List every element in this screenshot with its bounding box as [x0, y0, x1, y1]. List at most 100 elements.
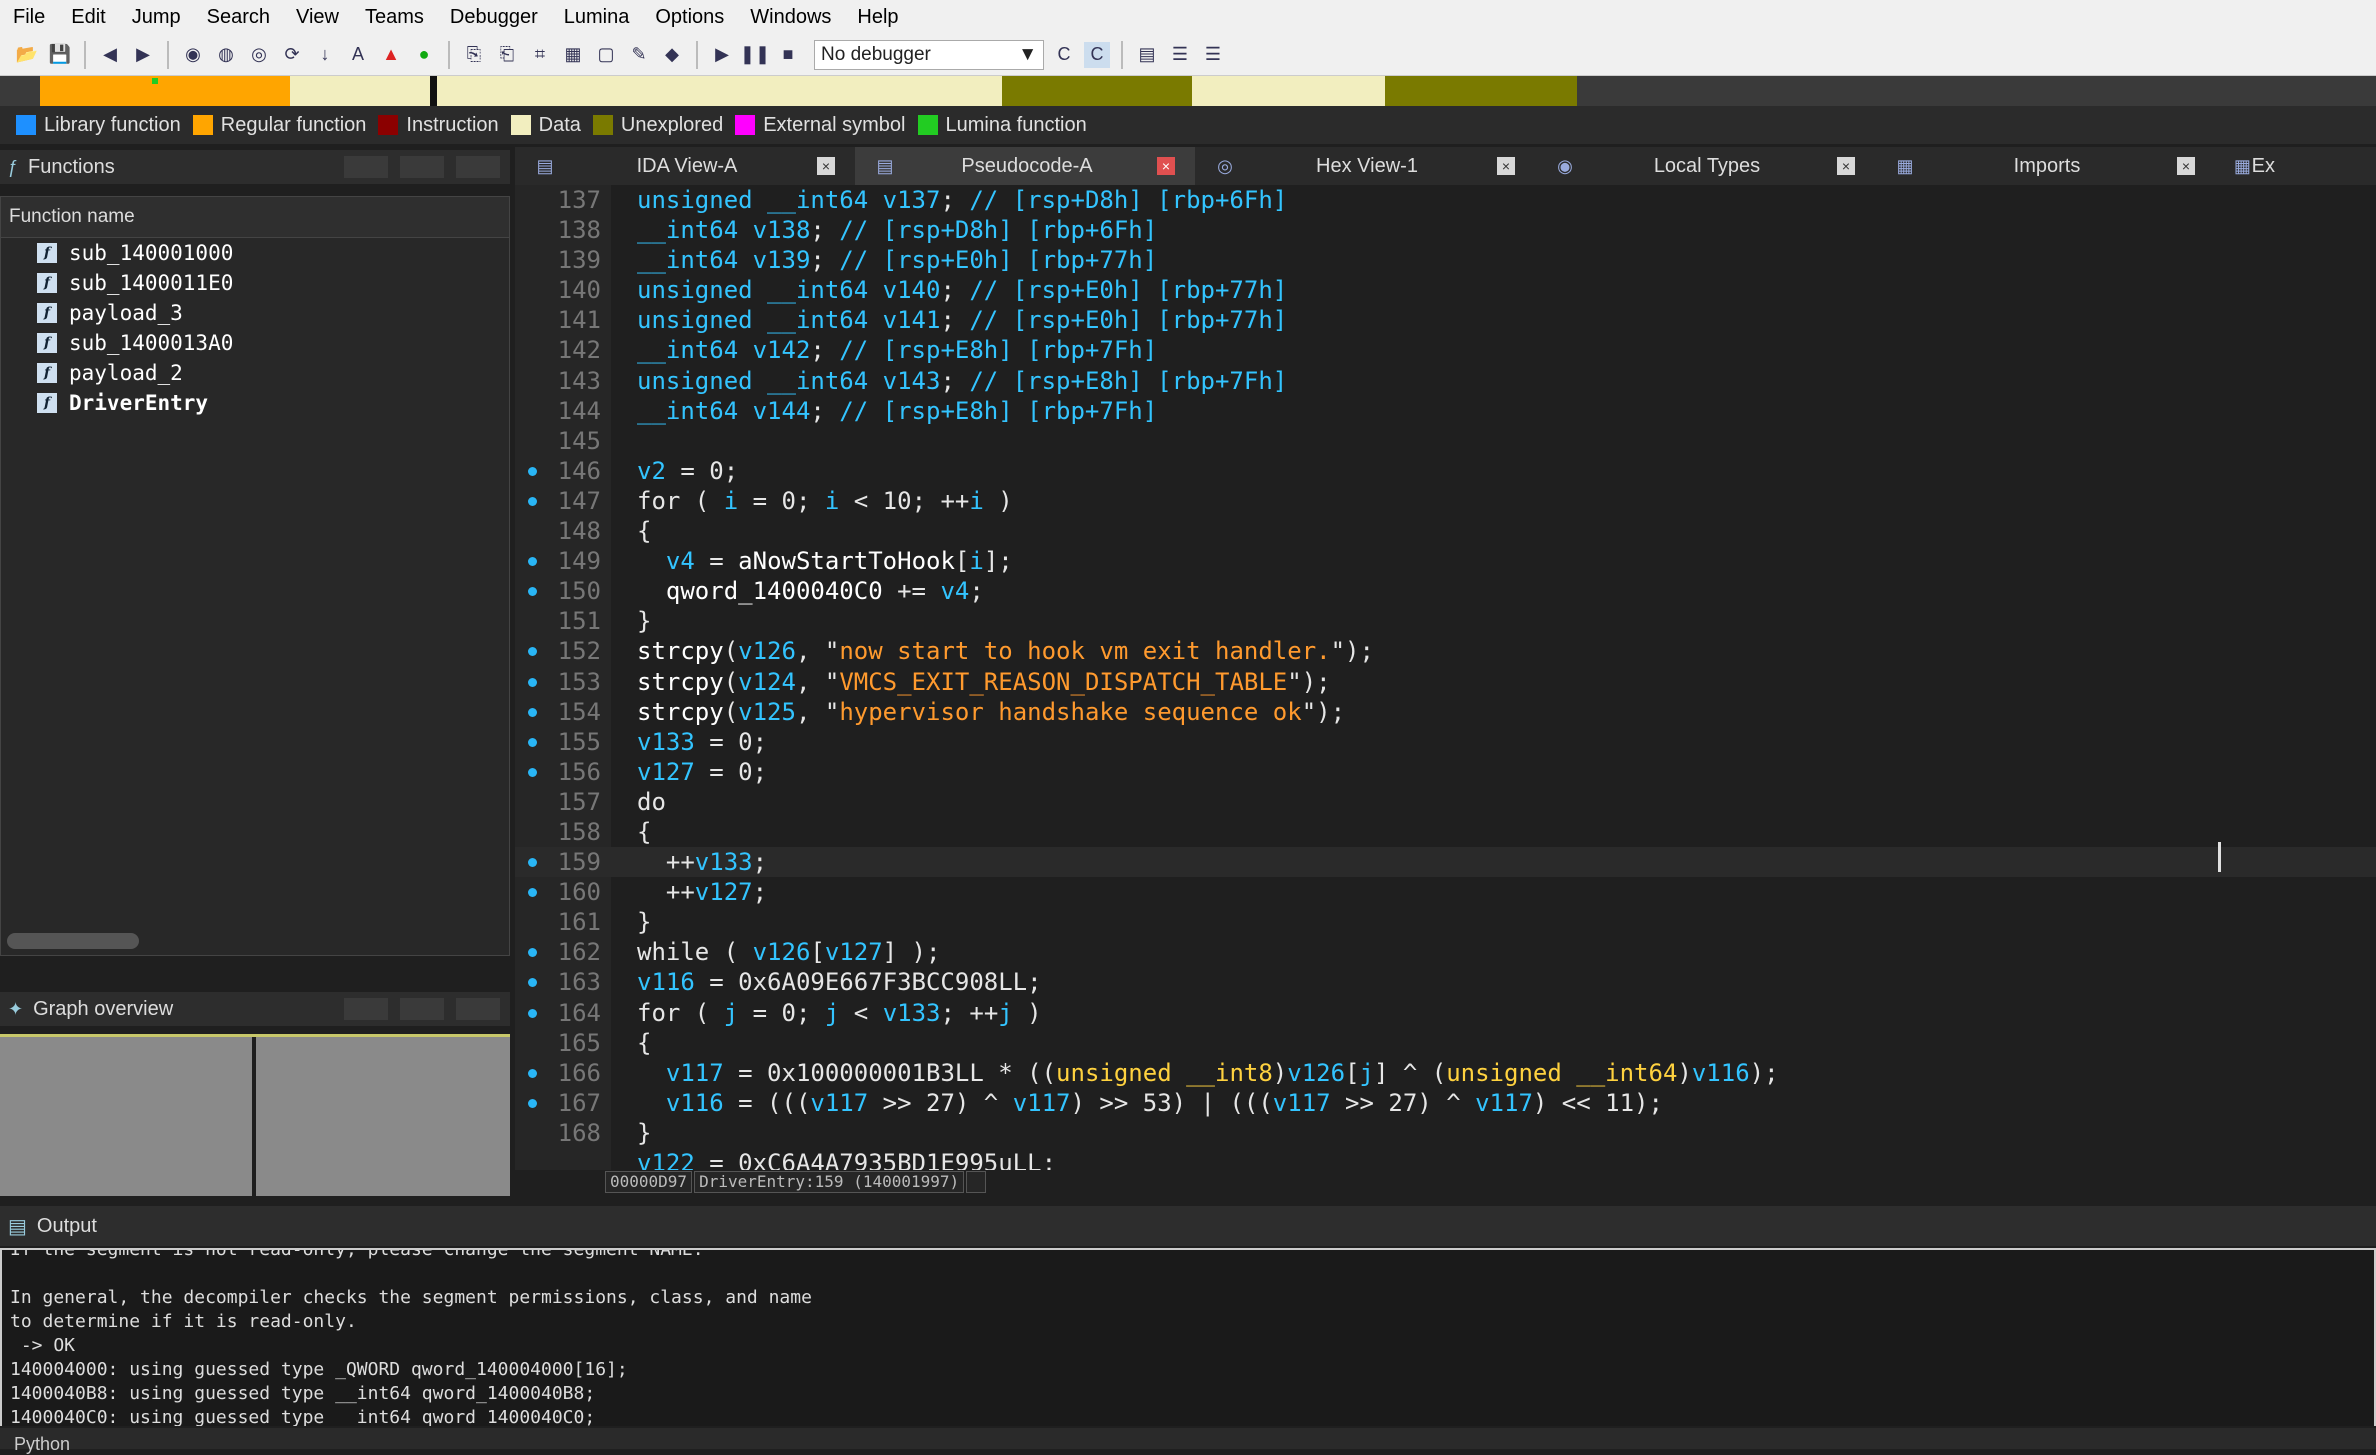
output-window[interactable]: If the segment is not read-only, please …	[0, 1248, 2376, 1426]
code-line[interactable]: 146 v2 = 0;	[515, 456, 2376, 486]
breakpoint-dot-icon[interactable]	[528, 978, 537, 988]
code-line[interactable]: 165 {	[515, 1028, 2376, 1058]
tab-imports[interactable]: ▦ Imports ×	[1875, 147, 2215, 185]
panel-menu-button[interactable]	[400, 156, 444, 178]
code-line[interactable]: 143 unsigned __int64 v143; // [rsp+E8h] […	[515, 366, 2376, 396]
tab-pseudocode-a[interactable]: ▤ Pseudocode-A ×	[855, 147, 1195, 185]
code-line[interactable]: 150 qword_1400040C0 += v4;	[515, 576, 2376, 606]
code-line[interactable]: 148 {	[515, 516, 2376, 546]
run-green-icon[interactable]: ●	[411, 42, 437, 68]
breakpoint-dot-icon[interactable]	[528, 647, 537, 657]
breakpoint-dot-icon[interactable]	[528, 466, 537, 476]
menu-edit[interactable]: Edit	[58, 6, 118, 29]
tab-ex[interactable]: ▦ Ex	[2215, 147, 2275, 185]
code-line[interactable]: 166 v117 = 0x100000001B3LL * ((unsigned …	[515, 1058, 2376, 1088]
python-tab[interactable]: Python	[14, 1434, 70, 1455]
code-line[interactable]: 145	[515, 426, 2376, 456]
panel-close-button[interactable]	[456, 156, 500, 178]
menu-windows[interactable]: Windows	[737, 6, 844, 29]
array-icon[interactable]: ▦	[560, 42, 586, 68]
refresh-icon[interactable]: ⟳	[279, 42, 305, 68]
stop-square-icon[interactable]: ■	[775, 42, 801, 68]
horizontal-scrollbar[interactable]	[7, 933, 139, 949]
code-line[interactable]: 142 __int64 v142; // [rsp+E8h] [rbp+7Fh]	[515, 335, 2376, 365]
function-item[interactable]: f sub_140001000	[1, 238, 509, 268]
code-line[interactable]: 155 v133 = 0;	[515, 727, 2376, 757]
forward-icon[interactable]: ▶	[130, 42, 156, 68]
close-icon[interactable]: ×	[1497, 157, 1515, 175]
struct-icon[interactable]: ⌗	[527, 42, 553, 68]
menu-view[interactable]: View	[283, 6, 352, 29]
code-icon[interactable]: ⎘	[461, 42, 487, 68]
breakpoint-dot-icon[interactable]	[528, 1008, 537, 1018]
code-line[interactable]: 139 __int64 v139; // [rsp+E0h] [rbp+77h]	[515, 245, 2376, 275]
close-icon[interactable]: ×	[2177, 157, 2195, 175]
code-line[interactable]: v122 = 0xC6A4A7935BD1E995uLL;	[515, 1148, 2376, 1170]
tab-local-types[interactable]: ◉ Local Types ×	[1535, 147, 1875, 185]
code-line[interactable]: 152 strcpy(v126, "now start to hook vm ex…	[515, 636, 2376, 666]
code-line[interactable]: 156 v127 = 0;	[515, 757, 2376, 787]
code-line[interactable]: 153 strcpy(v124, "VMCS_EXIT_REASON_DISPAT…	[515, 667, 2376, 697]
function-item[interactable]: f sub_1400011E0	[1, 268, 509, 298]
code-line[interactable]: 162 while ( v126[v127] );	[515, 937, 2376, 967]
outdent-icon[interactable]: ☰	[1200, 42, 1226, 68]
breakpoint-dot-icon[interactable]	[528, 948, 537, 958]
breakpoint-dot-icon[interactable]	[528, 707, 537, 717]
panel-close-button[interactable]	[456, 998, 500, 1020]
undefine-icon[interactable]: ▢	[593, 42, 619, 68]
menu-debugger[interactable]: Debugger	[437, 6, 551, 29]
menu-search[interactable]: Search	[194, 6, 283, 29]
breakpoint-dot-icon[interactable]	[528, 587, 537, 597]
pause-icon[interactable]: ❚❚	[740, 42, 770, 68]
tab-ida-view-a[interactable]: ▤ IDA View-A ×	[515, 147, 855, 185]
indent-icon[interactable]: ☰	[1167, 42, 1193, 68]
breakpoint-dot-icon[interactable]	[528, 677, 537, 687]
list-icon[interactable]: ◎	[246, 42, 272, 68]
code-line[interactable]: 158 {	[515, 817, 2376, 847]
debugger-select[interactable]: No debugger ▼	[814, 39, 1044, 70]
tab-hex-view-1[interactable]: ◎ Hex View-1 ×	[1195, 147, 1535, 185]
code-line[interactable]: 159 ++v133;	[515, 847, 2376, 878]
code-line[interactable]: 144 __int64 v144; // [rsp+E8h] [rbp+7Fh]	[515, 396, 2376, 426]
breakpoint-dot-icon[interactable]	[528, 858, 537, 868]
code-line[interactable]: 141 unsigned __int64 v141; // [rsp+E0h] […	[515, 305, 2376, 335]
open-icon[interactable]: 📂	[14, 42, 40, 68]
save-icon[interactable]: 💾	[47, 42, 73, 68]
code-line[interactable]: 154 strcpy(v125, "hypervisor handshake se…	[515, 697, 2376, 727]
breakpoint-dot-icon[interactable]	[528, 496, 537, 506]
menu-file[interactable]: File	[0, 6, 58, 29]
code-line[interactable]: 168}	[515, 1118, 2376, 1148]
breakpoint-dot-icon[interactable]	[528, 737, 537, 747]
function-item[interactable]: f payload_2	[1, 358, 509, 388]
breakpoint-dot-icon[interactable]	[528, 1068, 537, 1078]
graph-overview[interactable]	[0, 1034, 510, 1199]
code-line[interactable]: 151}	[515, 606, 2376, 636]
panel-menu-button[interactable]	[400, 998, 444, 1020]
breakpoint-dot-icon[interactable]	[528, 888, 537, 898]
close-icon[interactable]: ×	[817, 157, 835, 175]
code-line[interactable]: 163 v116 = 0x6A09E667F3BCC908LL;	[515, 967, 2376, 997]
marker-icon[interactable]: ◆	[659, 42, 685, 68]
c-icon[interactable]: C	[1051, 42, 1077, 68]
panel-float-button[interactable]	[344, 998, 388, 1020]
menu-teams[interactable]: Teams	[352, 6, 437, 29]
function-item[interactable]: f payload_3	[1, 298, 509, 328]
breakpoint-dot-icon[interactable]	[528, 767, 537, 777]
function-item[interactable]: f DriverEntry	[1, 388, 509, 418]
graph-icon[interactable]: ◉	[180, 42, 206, 68]
navigation-band[interactable]	[0, 76, 2376, 106]
menu-options[interactable]: Options	[642, 6, 737, 29]
code-line[interactable]: 160 ++v127;	[515, 877, 2376, 907]
pseudocode-view[interactable]: 137 unsigned __int64 v137; // [rsp+D8h] […	[515, 185, 2376, 1170]
text-icon[interactable]: A	[345, 42, 371, 68]
proximity-icon[interactable]: ◍	[213, 42, 239, 68]
back-icon[interactable]: ◀	[97, 42, 123, 68]
code-line[interactable]: 161}	[515, 907, 2376, 937]
code-line[interactable]: 137 unsigned __int64 v137; // [rsp+D8h] […	[515, 185, 2376, 215]
code-line[interactable]: 140 unsigned __int64 v140; // [rsp+E0h] […	[515, 275, 2376, 305]
code-line[interactable]: 157 do	[515, 787, 2376, 817]
panel-float-button[interactable]	[344, 156, 388, 178]
code-line[interactable]: 167 v116 = (((v117 >> 27) ^ v117) >> 53)…	[515, 1088, 2376, 1118]
data-icon[interactable]: ⎗	[494, 42, 520, 68]
column-header[interactable]: Function name	[1, 197, 509, 238]
